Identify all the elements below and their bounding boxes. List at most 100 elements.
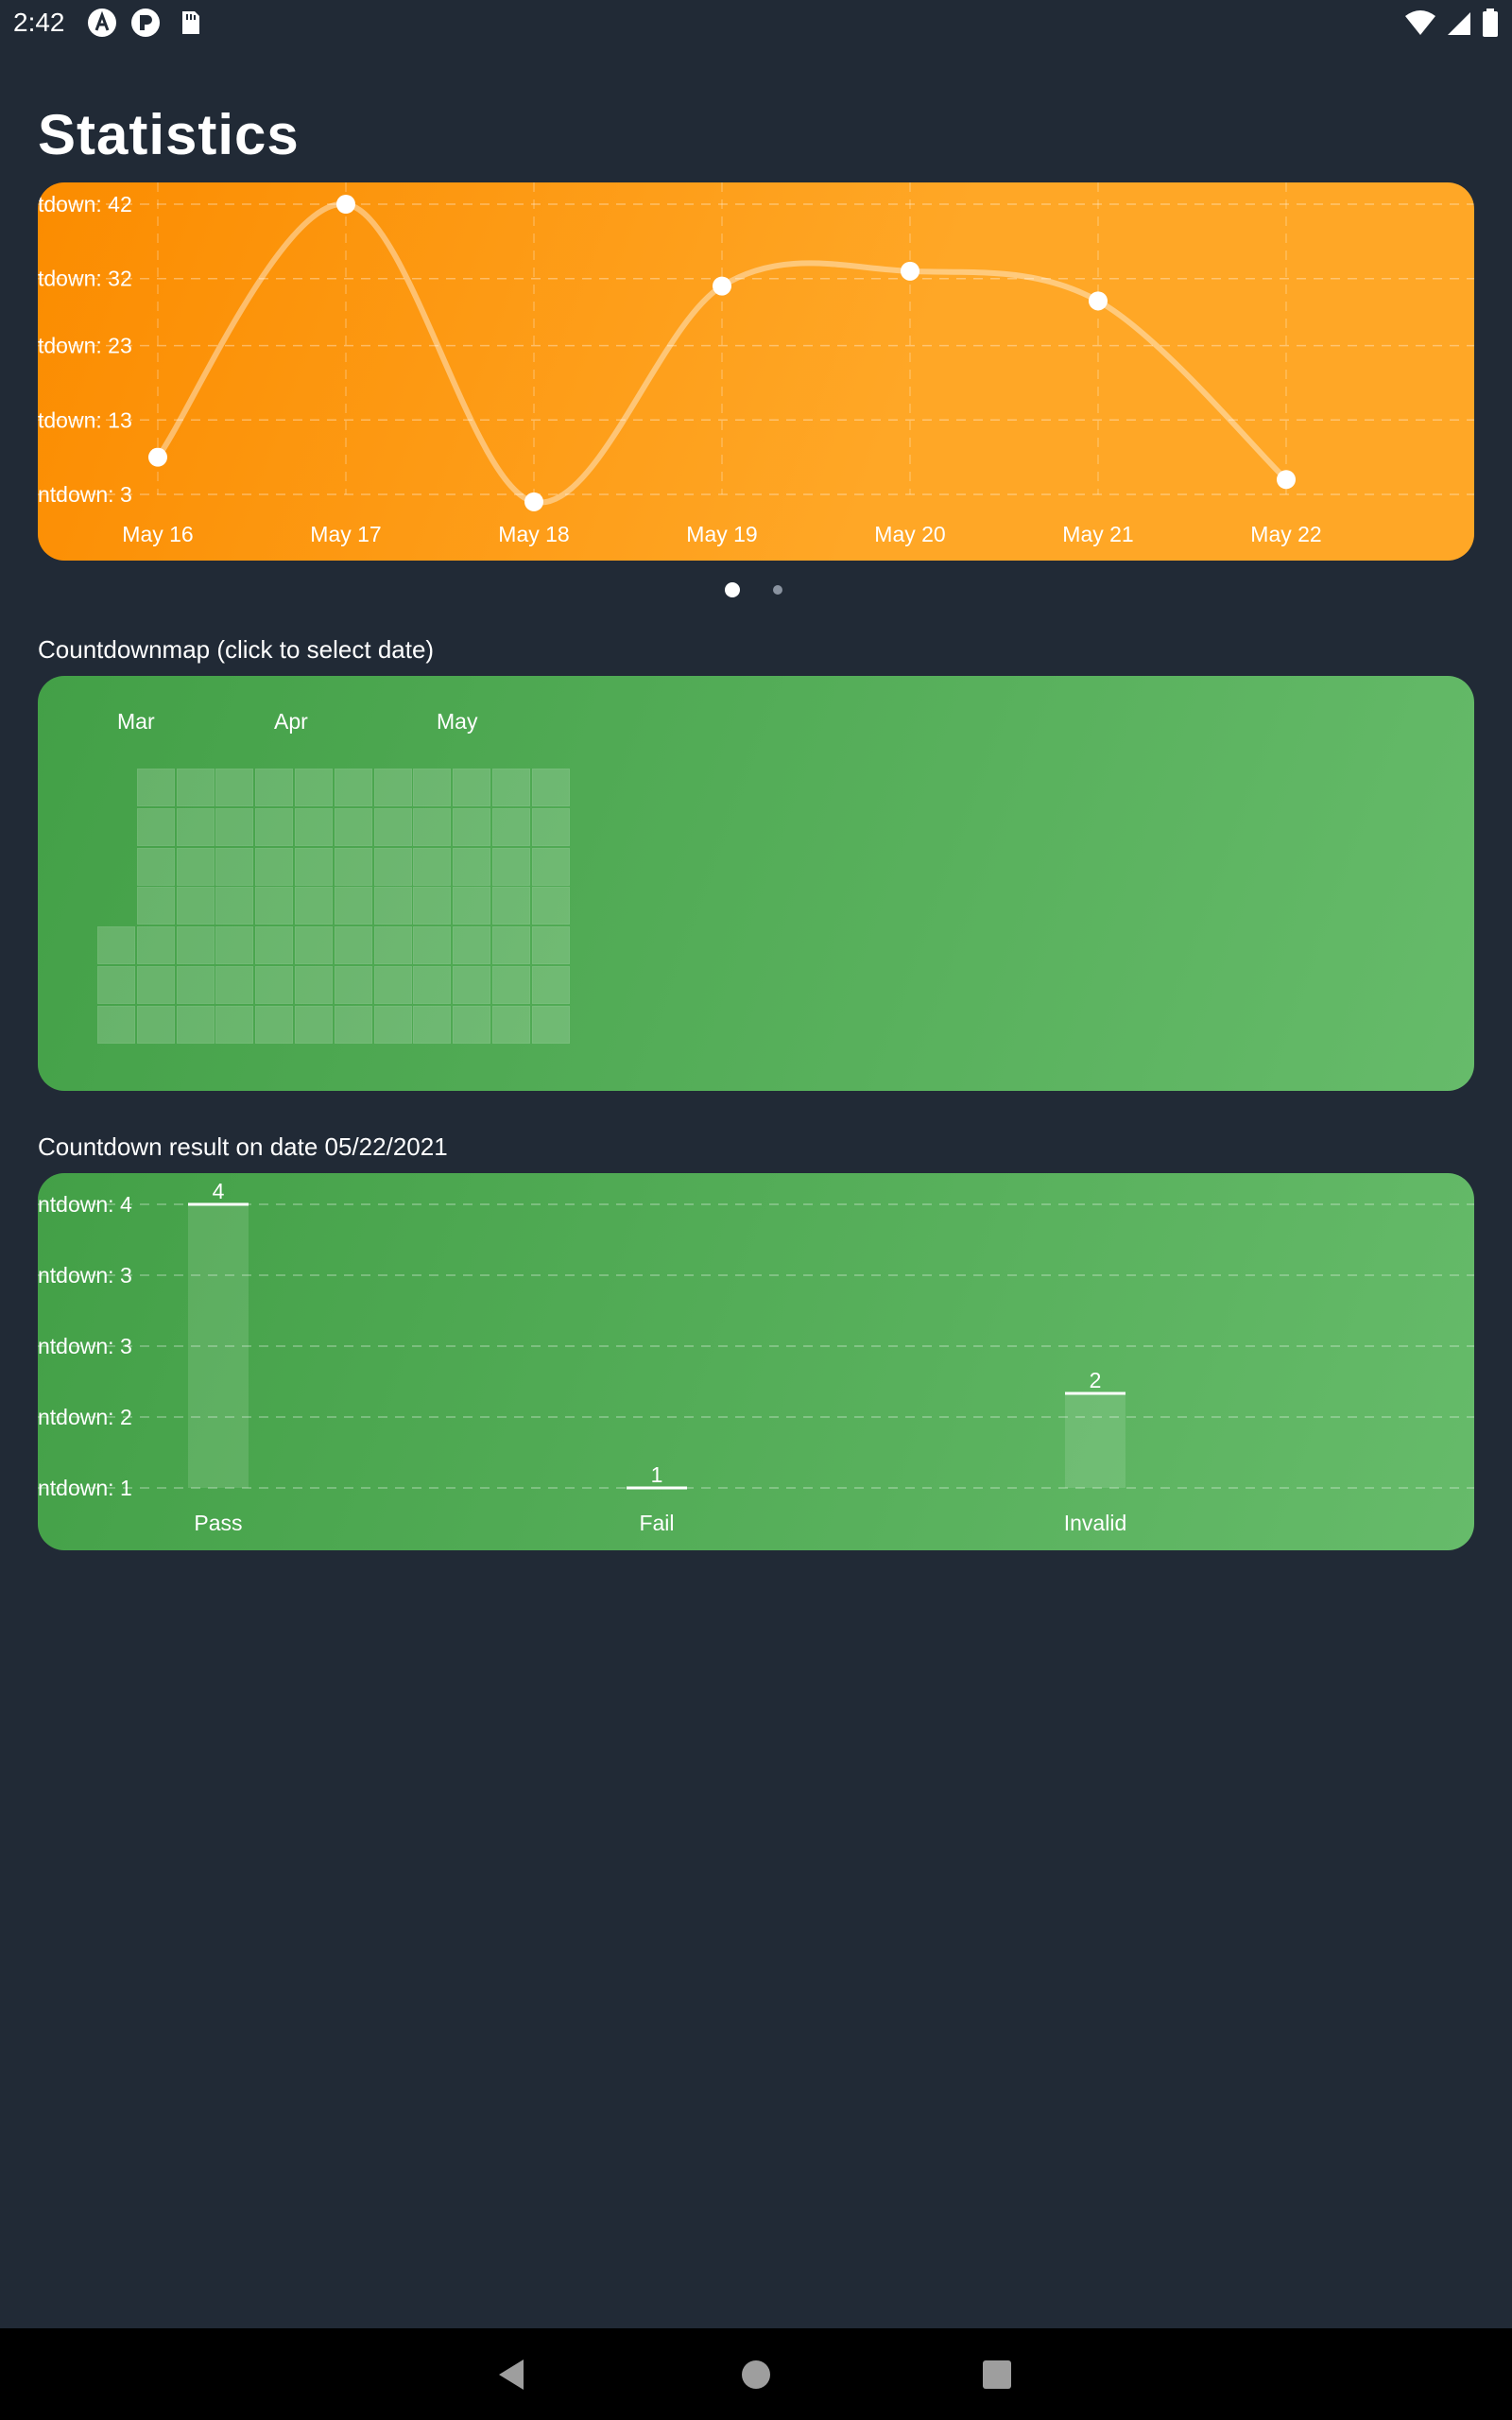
heatmap-cell[interactable] [176, 926, 215, 965]
heatmap-cell[interactable] [453, 847, 491, 886]
heatmap-cell[interactable] [453, 966, 491, 1004]
heatmap-cell[interactable] [413, 847, 452, 886]
heatmap-cell[interactable] [334, 769, 372, 806]
line-chart-x-tick-label: May 20 [874, 522, 945, 546]
heatmap-cell[interactable] [255, 966, 294, 1004]
heatmap-cell[interactable] [492, 966, 530, 1004]
heatmap-cell[interactable] [334, 887, 372, 925]
heatmap-cell[interactable] [255, 769, 294, 806]
heatmap-cell[interactable] [373, 847, 412, 886]
heatmap-cell[interactable] [492, 769, 530, 806]
heatmap-cell[interactable] [373, 1005, 412, 1044]
heatmap-cell[interactable] [97, 926, 135, 965]
heatmap-cell[interactable] [373, 966, 412, 1004]
heatmap-cell[interactable] [176, 847, 215, 886]
heatmap-cell[interactable] [492, 847, 530, 886]
heatmap-cell[interactable] [97, 966, 135, 1004]
heatmap-cell[interactable] [136, 1005, 175, 1044]
heatmap-cell[interactable] [295, 926, 333, 965]
heatmap-cell[interactable] [255, 926, 294, 965]
heatmap-cell[interactable] [531, 807, 570, 846]
heatmap-cell[interactable] [176, 769, 215, 806]
recents-button[interactable] [940, 2328, 1054, 2420]
bar-chart-bar [1065, 1393, 1125, 1488]
heatmap-cell[interactable] [334, 966, 372, 1004]
heatmap-cell[interactable] [453, 1005, 491, 1044]
heatmap-cell[interactable] [531, 926, 570, 965]
heatmap-cell[interactable] [215, 887, 254, 925]
heatmap-cell[interactable] [531, 966, 570, 1004]
heatmap-cell[interactable] [492, 807, 530, 846]
heatmap-cell[interactable] [373, 769, 412, 806]
page-dot-active[interactable] [725, 582, 740, 597]
status-notification-icons [87, 8, 204, 38]
heatmap-cell[interactable] [373, 807, 412, 846]
heatmap-cell[interactable] [334, 926, 372, 965]
heatmap-cell[interactable] [334, 847, 372, 886]
heatmap-cell[interactable] [453, 769, 491, 806]
line-chart-x-tick-label: May 16 [122, 522, 193, 546]
heatmap-cell[interactable] [295, 1005, 333, 1044]
heatmap-cell[interactable] [295, 769, 333, 806]
heatmap-cell[interactable] [413, 966, 452, 1004]
heatmap-cell[interactable] [373, 887, 412, 925]
heatmap-cell[interactable] [176, 887, 215, 925]
heatmap-cell[interactable] [97, 1005, 135, 1044]
heatmap-cell[interactable] [373, 926, 412, 965]
page-indicator[interactable] [0, 582, 1512, 601]
app-a-icon [87, 8, 117, 38]
heatmap-cell[interactable] [255, 1005, 294, 1044]
heatmap-cell[interactable] [413, 926, 452, 965]
heatmap-cell[interactable] [492, 887, 530, 925]
page-dot-inactive[interactable] [773, 585, 782, 595]
heatmap-cell[interactable] [295, 847, 333, 886]
countdown-line-chart[interactable]: tdown: 42 tdown: 32 tdown: 23 tdown: 13 ntdo… [38, 182, 1474, 561]
home-button[interactable] [699, 2328, 813, 2420]
bar-chart-category-label: Fail [639, 1511, 674, 1535]
heatmap-cell[interactable] [531, 769, 570, 806]
heatmap-cell[interactable] [413, 807, 452, 846]
heatmap-cell[interactable] [136, 847, 175, 886]
heatmap-cell[interactable] [215, 966, 254, 1004]
heatmap-cell[interactable] [176, 1005, 215, 1044]
heatmap-cell[interactable] [215, 807, 254, 846]
line-chart-data-point [1089, 291, 1108, 311]
heatmap-cell[interactable] [295, 887, 333, 925]
heatmap-cell[interactable] [334, 807, 372, 846]
heatmap-cell[interactable] [413, 887, 452, 925]
heatmap-cell[interactable] [295, 807, 333, 846]
heatmap-cell[interactable] [255, 887, 294, 925]
heatmap-cell[interactable] [215, 769, 254, 806]
heatmap-cell[interactable] [531, 847, 570, 886]
heatmap-cell[interactable] [136, 926, 175, 965]
system-nav-bar [0, 2328, 1512, 2420]
bar-chart-data-label: 4 [213, 1179, 225, 1203]
heatmap-cell[interactable] [413, 1005, 452, 1044]
heatmap-cell[interactable] [136, 966, 175, 1004]
heatmap-cell[interactable] [295, 966, 333, 1004]
heatmap-cell[interactable] [215, 1005, 254, 1044]
heatmap-cell[interactable] [334, 1005, 372, 1044]
heatmap-cell[interactable] [492, 1005, 530, 1044]
bar-chart-data-label: 2 [1090, 1368, 1102, 1392]
heatmap-cell[interactable] [255, 847, 294, 886]
heatmap-cell[interactable] [176, 966, 215, 1004]
back-button[interactable] [455, 2328, 569, 2420]
heatmap-cell[interactable] [176, 807, 215, 846]
heatmap-cell[interactable] [413, 769, 452, 806]
heatmap-cell[interactable] [215, 847, 254, 886]
heatmap-cell[interactable] [215, 926, 254, 965]
heatmap-cell[interactable] [453, 807, 491, 846]
heatmap-cell[interactable] [492, 926, 530, 965]
heatmap-cell[interactable] [255, 807, 294, 846]
line-chart-x-tick-label: May 22 [1250, 522, 1321, 546]
heatmap-cell[interactable] [136, 807, 175, 846]
countdown-heatmap[interactable]: Mar Apr May [38, 676, 1474, 1091]
heatmap-cell[interactable] [531, 1005, 570, 1044]
line-chart-data-point [713, 276, 731, 296]
heatmap-cell[interactable] [453, 926, 491, 965]
heatmap-cell[interactable] [136, 887, 175, 925]
heatmap-cell[interactable] [531, 887, 570, 925]
heatmap-cell[interactable] [136, 769, 175, 806]
heatmap-cell[interactable] [453, 887, 491, 925]
